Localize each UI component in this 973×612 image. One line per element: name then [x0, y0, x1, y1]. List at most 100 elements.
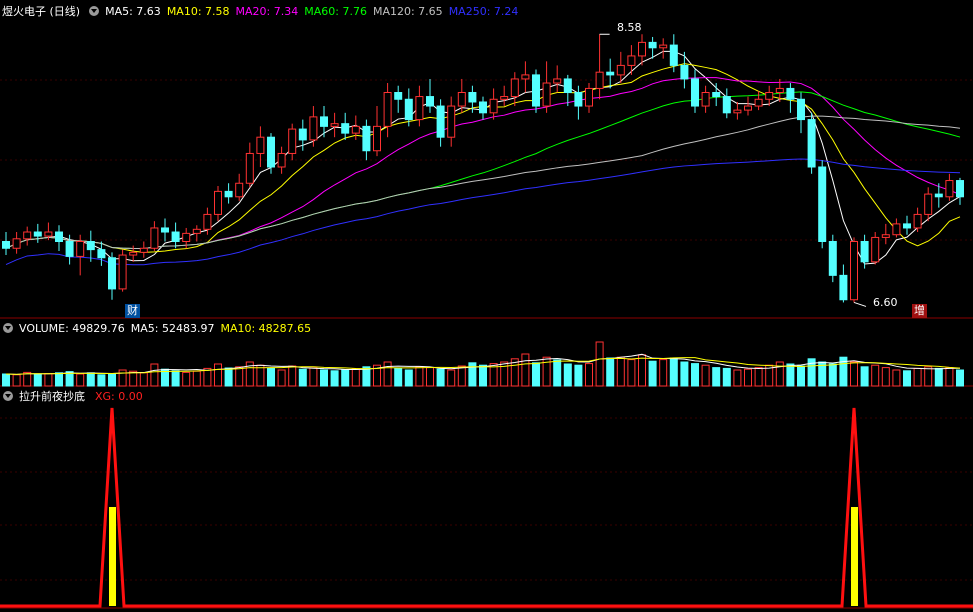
- candle-body: [298, 128, 307, 141]
- volume-bar: [118, 369, 127, 387]
- candle-body: [341, 123, 350, 134]
- candle-body: [214, 190, 222, 215]
- volume-bar: [595, 341, 604, 387]
- candle-body: [606, 71, 615, 76]
- candle-body: [224, 190, 233, 198]
- volume-bar: [903, 370, 911, 387]
- candle-body: [383, 92, 392, 127]
- indicator-title: 拉升前夜抄底: [19, 390, 85, 403]
- volume-bar: [956, 369, 964, 387]
- candle-body: [691, 78, 699, 107]
- main-header: 煜火电子 (日线) MA5: 7.63 MA10: 7.58 MA20: 7.34 M…: [0, 3, 524, 19]
- volume-bar: [44, 373, 53, 387]
- volume-bar: [12, 374, 21, 387]
- candle-body: [457, 92, 466, 107]
- candle-body: [500, 96, 509, 100]
- volume-bar: [691, 363, 699, 387]
- chart-canvas: [0, 33, 973, 609]
- candle-body: [55, 231, 63, 243]
- candle-body: [415, 96, 424, 121]
- volume-bar: [394, 367, 403, 387]
- settings-dropdown-icon[interactable]: [89, 6, 100, 16]
- candle-body: [139, 247, 148, 253]
- candle-body: [150, 227, 159, 249]
- volume-bar: [224, 367, 233, 387]
- volume-bar: [850, 361, 858, 387]
- signal-line: [0, 407, 973, 608]
- candle-body: [828, 241, 837, 276]
- volume-bar: [139, 372, 148, 387]
- indicator-xg: XG: 0.00: [95, 389, 143, 403]
- candle-body: [945, 180, 954, 198]
- volume-bar: [712, 367, 721, 387]
- volume-bar: [553, 359, 562, 387]
- candle-body: [754, 98, 763, 107]
- candle-body: [203, 213, 212, 230]
- volume-ma10: MA10: 48287.65: [220, 321, 312, 335]
- candle-body: [924, 193, 933, 215]
- ma-legend-item: MA10: 7.58: [166, 4, 230, 18]
- volume-bar: [436, 368, 445, 387]
- event-marker-zeng[interactable]: 增: [912, 304, 927, 318]
- candle-body: [574, 92, 583, 107]
- volume-bar: [426, 367, 434, 387]
- candle-body: [129, 251, 138, 256]
- candle-body: [648, 41, 657, 49]
- candle-body: [86, 241, 95, 251]
- candle-body: [373, 125, 381, 152]
- ma120-line: [5, 115, 961, 249]
- ma-legend-item: MA5: 7.63: [105, 4, 161, 18]
- candle-body: [97, 249, 106, 259]
- volume-bar: [383, 361, 392, 387]
- candle-body: [33, 231, 42, 237]
- candle-body: [468, 92, 477, 103]
- candle-body: [65, 241, 74, 257]
- candle-body: [309, 116, 318, 141]
- candle-body: [256, 136, 265, 154]
- volume-bar: [892, 369, 901, 387]
- candle-body: [871, 236, 880, 263]
- volume-bar: [913, 367, 922, 387]
- volume-bar: [330, 370, 339, 387]
- candle-body: [267, 136, 275, 168]
- ma250-line: [5, 158, 961, 266]
- candle-body: [44, 231, 53, 237]
- volume-bar: [214, 363, 222, 387]
- volume-bar: [341, 369, 350, 387]
- volume-ma5: MA5: 52483.97: [130, 321, 215, 335]
- high-price-label: 8.58: [617, 21, 642, 34]
- volume-bar: [76, 373, 85, 387]
- candle-body: [351, 125, 360, 134]
- candle-body: [860, 241, 869, 263]
- volume-bar: [532, 362, 540, 387]
- candle-body: [510, 78, 519, 98]
- candle-body: [436, 105, 445, 138]
- volume-bar: [828, 363, 837, 387]
- volume-bar: [256, 364, 265, 387]
- candle-body: [934, 193, 943, 198]
- volume-bar: [680, 361, 689, 387]
- candle-body: [881, 234, 890, 238]
- ma-legend-item: MA60: 7.76: [304, 4, 367, 18]
- volume-bar: [351, 368, 360, 387]
- candle-body: [108, 257, 116, 290]
- volume-bar: [479, 364, 487, 387]
- event-marker-cai[interactable]: 财: [125, 304, 140, 318]
- volume-bar: [277, 369, 286, 387]
- volume-bar: [86, 372, 95, 387]
- indicator-dropdown-icon[interactable]: [3, 391, 13, 401]
- ma-line: [5, 50, 961, 265]
- volume-bar: [150, 363, 159, 387]
- volume-bar: [924, 366, 933, 387]
- volume-dropdown-icon[interactable]: [3, 323, 13, 333]
- candle-body: [850, 241, 858, 301]
- candle-body: [161, 227, 169, 233]
- signal-bar: [109, 507, 116, 606]
- candle-body: [659, 44, 668, 49]
- candle-body: [956, 180, 964, 198]
- volume-bar: [574, 364, 583, 387]
- ma-legend-item: MA120: 7.65: [372, 4, 443, 18]
- volume-bar: [585, 363, 593, 387]
- volume-bar: [192, 370, 201, 387]
- volume-bar: [23, 371, 32, 387]
